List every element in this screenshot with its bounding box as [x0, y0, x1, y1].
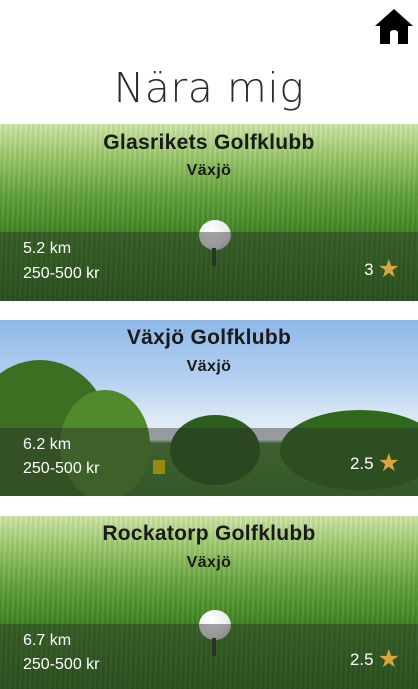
star-icon: ★ — [377, 449, 400, 477]
course-card-glasrikets[interactable]: Glasrikets Golfklubb Växjö 5.2 km 250-50… — [0, 124, 418, 301]
star-icon: ★ — [377, 255, 400, 283]
course-city: Växjö — [186, 162, 232, 179]
home-icon — [375, 9, 413, 44]
course-city: Växjö — [186, 358, 232, 375]
course-distance: 5.2 km — [23, 240, 72, 257]
course-price: 250-500 kr — [23, 656, 100, 673]
course-card-rockatorp[interactable]: Rockatorp Golfklubb Växjö 6.7 km 250-500… — [0, 516, 418, 689]
course-price: 250-500 kr — [23, 265, 100, 282]
rating-value: 2.5 — [349, 453, 374, 473]
course-name: Växjö Golfklubb — [126, 326, 292, 349]
rating-value: 3 — [364, 259, 374, 279]
course-name: Rockatorp Golfklubb — [102, 522, 316, 545]
course-rating: 2.5 ★ — [350, 647, 400, 672]
course-price: 250-500 kr — [23, 460, 100, 477]
course-card-vaxjo[interactable]: Växjö Golfklubb Växjö 6.2 km 250-500 kr … — [0, 320, 418, 496]
course-distance: 6.2 km — [23, 436, 72, 453]
page-title: Nära mig — [113, 64, 305, 112]
home-button[interactable] — [372, 4, 416, 48]
course-distance: 6.7 km — [23, 632, 72, 649]
rating-value: 2.5 — [349, 649, 374, 669]
star-icon: ★ — [377, 645, 400, 673]
course-rating: 3 ★ — [364, 257, 400, 282]
course-rating: 2.5 ★ — [350, 451, 400, 476]
course-name: Glasrikets Golfklubb — [103, 131, 315, 154]
course-city: Växjö — [186, 554, 232, 571]
